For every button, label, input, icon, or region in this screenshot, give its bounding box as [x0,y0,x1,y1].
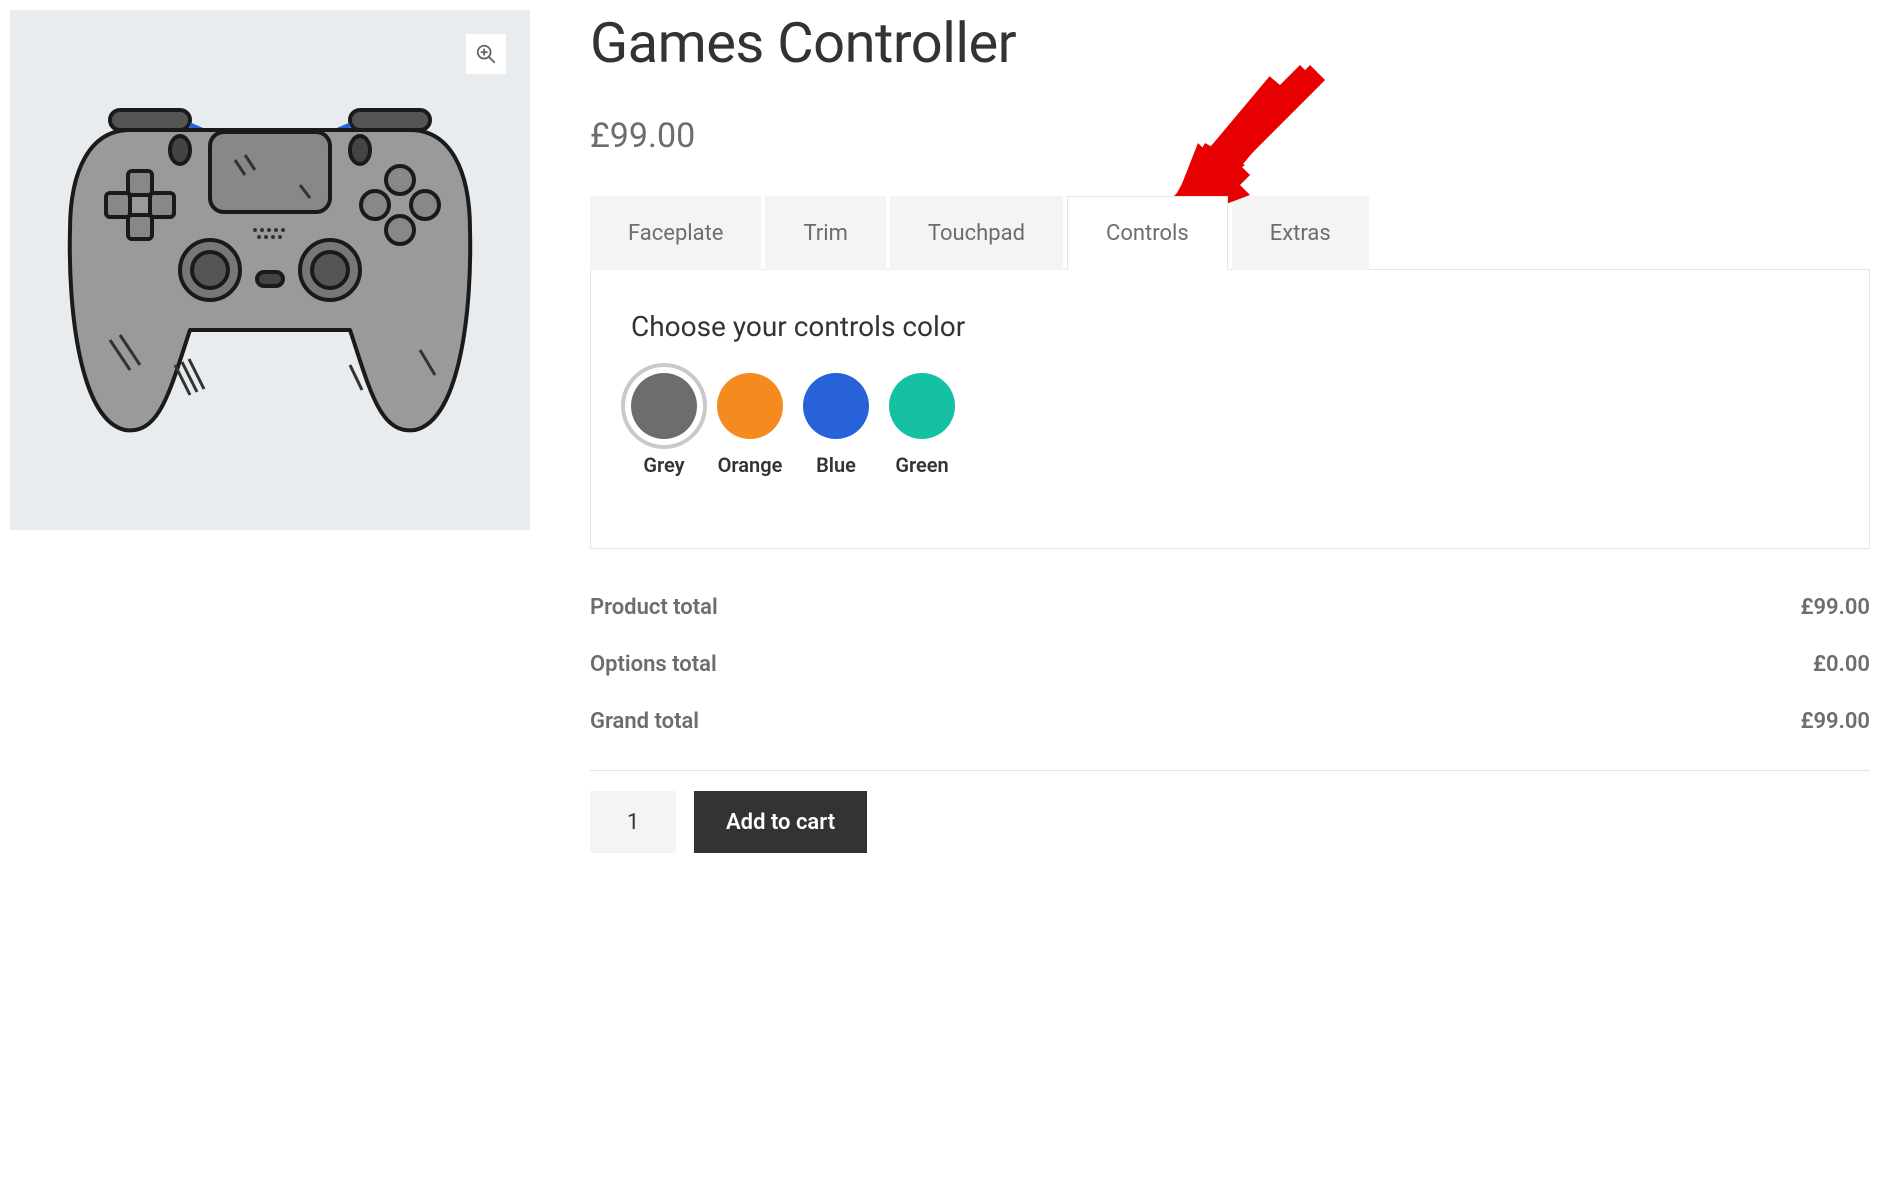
product-total-label: Product total [590,595,718,620]
swatch-color-grey [631,373,697,439]
options-total-value: £0.00 [1813,652,1870,677]
quantity-input[interactable] [590,791,676,853]
swatch-label-green: Green [895,453,948,477]
product-total-row: Product total £99.00 [590,579,1870,636]
add-to-cart-button[interactable]: Add to cart [694,791,867,853]
options-total-row: Options total £0.00 [590,636,1870,693]
tabs: Faceplate Trim Touchpad Controls Extras [590,196,1870,270]
controls-panel-title: Choose your controls color [631,310,1829,343]
tab-touchpad[interactable]: Touchpad [890,196,1063,270]
swatch-color-blue [803,373,869,439]
tab-extras[interactable]: Extras [1232,196,1369,270]
swatch-label-orange: Orange [718,453,783,477]
tab-controls[interactable]: Controls [1067,196,1228,270]
swatch-green[interactable]: Green [889,373,955,477]
product-total-value: £99.00 [1800,595,1870,620]
options-total-label: Options total [590,652,717,677]
grand-total-label: Grand total [590,709,699,734]
swatch-orange[interactable]: Orange [717,373,783,477]
swatch-blue[interactable]: Blue [803,373,869,477]
product-info-column: Games Controller £99.00 Faceplate Trim T… [590,10,1870,853]
product-image[interactable] [10,10,530,530]
cart-row: Add to cart [590,791,1870,853]
tab-trim[interactable]: Trim [765,196,885,270]
product-image-column [10,10,530,853]
swatch-label-blue: Blue [816,453,856,477]
totals: Product total £99.00 Options total £0.00… [590,579,1870,750]
swatch-color-orange [717,373,783,439]
tab-panel-controls: Choose your controls color Grey Orange B… [590,269,1870,549]
grand-total-value: £99.00 [1800,709,1870,734]
zoom-icon[interactable] [466,34,506,74]
swatch-color-green [889,373,955,439]
color-swatches: Grey Orange Blue Green [631,373,1829,477]
tab-faceplate[interactable]: Faceplate [590,196,761,270]
grand-total-row: Grand total £99.00 [590,693,1870,750]
product-title: Games Controller [590,10,1870,76]
swatch-grey[interactable]: Grey [631,373,697,477]
separator [590,770,1870,771]
product-price: £99.00 [590,116,1870,156]
controller-image-icon [50,90,490,450]
swatch-label-grey: Grey [643,453,684,477]
